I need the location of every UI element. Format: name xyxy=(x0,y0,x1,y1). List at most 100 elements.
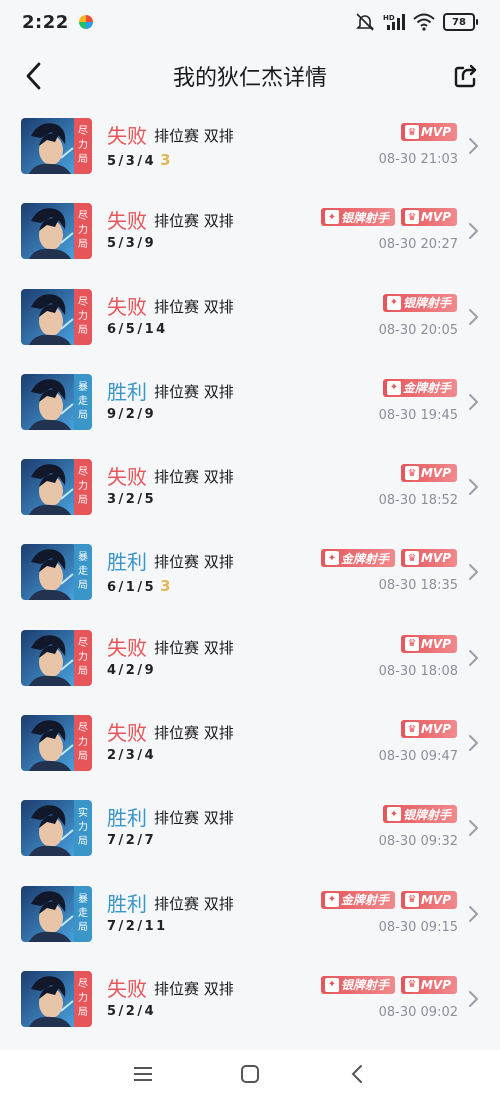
match-time: 08-30 18:35 xyxy=(378,578,458,594)
trophy-icon: ♛ xyxy=(404,892,419,907)
mode-tag-char: 局 xyxy=(78,836,88,848)
match-type: 排位赛 双排 xyxy=(154,382,234,401)
kda-value: 3/2/5 xyxy=(107,492,157,508)
mode-tag-char: 局 xyxy=(78,580,88,592)
signal-icon: HD xyxy=(383,14,405,30)
match-row[interactable]: 暴走局胜利 排位赛 双排 9/2/9 ✦ 金牌射手 08-30 19:45 xyxy=(0,359,500,444)
honor-badges: ♛ MVP xyxy=(400,123,457,141)
badge-label: MVP xyxy=(420,636,451,651)
match-row[interactable]: 尽力局失败 排位赛 双排 5/3/9 ✦ 银牌射手 ♛ MVP 08-30 20:27 xyxy=(0,188,500,273)
mode-tag: 尽力局 xyxy=(74,970,92,1027)
kda-stats: 5/3/4 3 xyxy=(107,151,171,169)
hero-avatar xyxy=(21,118,77,174)
match-row[interactable]: 暴走局胜利 排位赛 双排 7/2/11 ✦ 金牌射手 ♛ MVP 08-30 09:15 xyxy=(0,871,500,956)
kda-stats: 7/2/7 xyxy=(107,833,156,848)
result-text: 胜利 xyxy=(107,891,147,916)
shooter-badge: ✦ 银牌射手 xyxy=(382,805,457,824)
wifi-icon xyxy=(413,13,435,31)
match-row[interactable]: 尽力局失败 排位赛 双排 4/2/9 ♛ MVP 08-30 18:08 xyxy=(0,615,500,700)
system-nav-bar xyxy=(0,1050,500,1097)
kda-value: 5/3/9 xyxy=(107,236,157,252)
match-type: 排位赛 双排 xyxy=(154,468,234,487)
back-button[interactable] xyxy=(18,60,50,92)
mode-tag-char: 力 xyxy=(78,992,88,1004)
mode-tag-char: 尽 xyxy=(78,126,88,137)
mode-tag: 暴走局 xyxy=(74,373,92,430)
match-row[interactable]: 暴走局胜利 排位赛 双排 6/1/5 3 ✦ 金牌射手 ♛ MVP 08-30 18:35 xyxy=(0,529,500,614)
kda-value: 6/1/5 xyxy=(107,580,157,596)
match-time: 08-30 18:08 xyxy=(378,663,458,679)
match-type: 排位赛 双排 xyxy=(154,894,234,913)
chevron-right-icon xyxy=(469,393,478,410)
match-time: 08-30 18:52 xyxy=(378,493,458,509)
mode-tag-char: 局 xyxy=(78,324,88,336)
match-type: 排位赛 双排 xyxy=(154,553,234,572)
mode-tag-char: 力 xyxy=(78,822,88,834)
trophy-icon: ♛ xyxy=(404,977,419,992)
mode-tag-char: 尽 xyxy=(78,467,88,479)
mute-icon xyxy=(356,13,374,31)
honor-badges: ✦ 银牌射手 xyxy=(382,293,457,312)
badge-label: 金牌射手 xyxy=(340,551,389,566)
kda-stats: 2/3/4 xyxy=(107,748,156,763)
share-button[interactable] xyxy=(452,62,480,90)
kda-value: 5/3/4 xyxy=(107,154,157,169)
crosshair-icon: ✦ xyxy=(386,295,401,310)
badge-label: MVP xyxy=(420,977,451,992)
kda-value: 2/3/4 xyxy=(107,748,157,764)
mvp-badge: ♛ MVP xyxy=(400,208,457,227)
hero-avatar xyxy=(21,800,77,857)
mode-tag-char: 尽 xyxy=(78,978,88,990)
shooter-badge: ✦ 金牌射手 xyxy=(382,378,457,397)
mode-tag-char: 局 xyxy=(78,751,88,763)
honor-badges: ♛ MVP xyxy=(400,634,457,653)
badge-label: 银牌射手 xyxy=(402,807,451,822)
match-type: 排位赛 双排 xyxy=(154,979,234,998)
shooter-badge: ✦ 银牌射手 xyxy=(382,293,457,312)
chevron-right-icon xyxy=(469,138,478,154)
share-icon xyxy=(454,64,477,88)
mvp-badge: ♛ MVP xyxy=(400,549,457,568)
match-row[interactable]: 尽力局失败 排位赛 双排 5/3/4 3 ♛ MVP 08-30 21:03 xyxy=(0,103,500,188)
mode-tag-char: 走 xyxy=(78,907,88,919)
chevron-left-icon xyxy=(26,62,41,90)
mvp-badge: ♛ MVP xyxy=(400,464,457,483)
match-row[interactable]: 实力局胜利 排位赛 双排 7/2/7 ✦ 银牌射手 08-30 09:32 xyxy=(0,785,500,870)
honor-badges: ✦ 银牌射手 xyxy=(382,805,457,824)
match-row[interactable]: 尽力局失败 排位赛 双排 2/3/4 ♛ MVP 08-30 09:47 xyxy=(0,700,500,785)
match-list: 尽力局失败 排位赛 双排 5/3/4 3 ♛ MVP 08-30 21:03 尽力局失败 排位赛… xyxy=(0,103,500,1041)
shooter-badge: ✦ 银牌射手 xyxy=(320,208,395,227)
kda-stats: 4/2/9 xyxy=(107,663,156,678)
kda-value: 4/2/9 xyxy=(107,662,157,678)
result-text: 胜利 xyxy=(107,379,147,404)
hero-avatar xyxy=(21,459,77,516)
kda-value: 5/2/4 xyxy=(107,1003,157,1019)
result-text: 胜利 xyxy=(107,550,147,575)
match-row[interactable]: 尽力局失败 排位赛 双排 3/2/5 ♛ MVP 08-30 18:52 xyxy=(0,444,500,529)
honor-badges: ✦ 金牌射手 ♛ MVP xyxy=(320,549,457,568)
mvp-badge: ♛ MVP xyxy=(400,720,457,739)
hd-label: HD xyxy=(383,14,395,22)
kda-value: 6/5/14 xyxy=(107,321,168,337)
badge-label: 金牌射手 xyxy=(340,893,389,908)
badge-label: 银牌射手 xyxy=(402,296,451,311)
menu-button[interactable] xyxy=(130,1061,156,1087)
status-right: HD 78 xyxy=(355,13,478,31)
chevron-right-icon xyxy=(469,735,478,752)
system-back-button[interactable] xyxy=(344,1061,370,1087)
match-time: 08-30 20:27 xyxy=(378,237,458,253)
multi-kill-count: 3 xyxy=(160,151,171,169)
home-button[interactable] xyxy=(237,1061,263,1087)
chevron-right-icon xyxy=(469,223,478,240)
match-row[interactable]: 尽力局失败 排位赛 双排 6/5/14 ✦ 银牌射手 08-30 20:05 xyxy=(0,274,500,359)
badge-label: MVP xyxy=(420,210,451,225)
kda-value: 9/2/9 xyxy=(107,406,157,422)
mode-tag: 尽力局 xyxy=(74,459,92,516)
status-time: 2:22 xyxy=(22,11,69,33)
match-time: 08-30 21:03 xyxy=(378,152,458,167)
mode-tag: 尽力局 xyxy=(74,715,92,772)
match-row[interactable]: 尽力局失败 排位赛 双排 5/2/4 ✦ 银牌射手 ♛ MVP 08-30 09:02 xyxy=(0,956,500,1041)
match-time: 08-30 09:32 xyxy=(378,834,458,850)
trophy-icon: ♛ xyxy=(404,551,419,566)
mode-tag: 暴走局 xyxy=(74,544,92,601)
